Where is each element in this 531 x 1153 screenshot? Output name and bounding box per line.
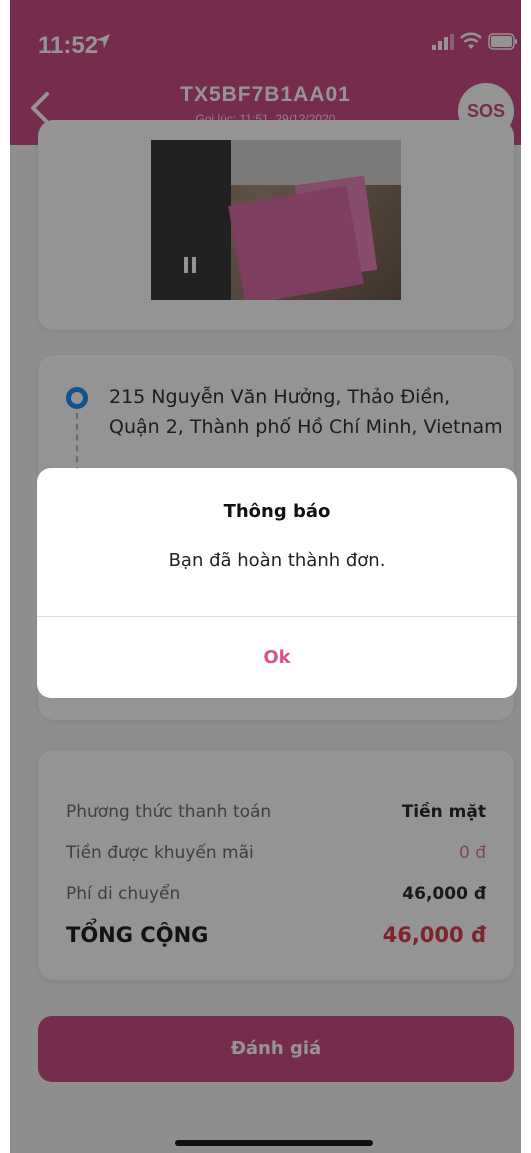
alert-title: Thông báo [223, 501, 331, 522]
frame-edge-right [521, 0, 531, 1153]
home-indicator[interactable] [175, 1140, 373, 1146]
alert-dialog: Thông báo Bạn đã hoàn thành đơn. Ok [37, 468, 517, 698]
frame-edge-left [0, 0, 10, 1153]
alert-message: Bạn đã hoàn thành đơn. [168, 550, 386, 571]
screen: 11:52 TX5BF7B1AA01 Gọi lúc: 11:51, 29/12… [0, 0, 531, 1153]
ok-button[interactable]: Ok [37, 617, 517, 698]
